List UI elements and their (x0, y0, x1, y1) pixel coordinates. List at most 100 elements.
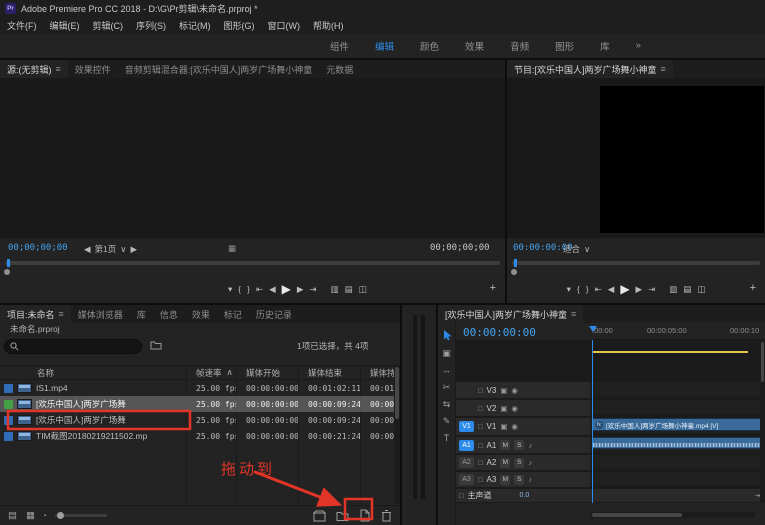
search-input[interactable] (23, 342, 127, 352)
slip-tool[interactable]: ⇆ (443, 400, 451, 409)
column-header-framerate[interactable]: 帧速率∧ (186, 367, 236, 379)
mute-button[interactable]: M (500, 440, 510, 450)
tab-markers[interactable]: 标记 (217, 305, 249, 323)
program-playhead[interactable] (514, 259, 517, 267)
track-visibility-eye-icon[interactable]: ◉ (511, 422, 518, 431)
menu-edit[interactable]: 编辑(E) (50, 19, 80, 32)
project-row-source-clip[interactable]: [欢乐中国人]两岁广场舞 25.00 fps 00:00:00:00 00:00… (0, 412, 394, 428)
workspace-tab-graphics[interactable]: 图形 (555, 39, 574, 53)
video-clip-v1[interactable]: fx [欢乐中国人]两岁广场舞小神童.mp4 [V] (592, 418, 765, 431)
delete-trash-icon[interactable] (381, 509, 392, 522)
tab-effects[interactable]: 效果 (185, 305, 217, 323)
track-select-tool[interactable]: ▣ (442, 349, 451, 358)
step-back-button[interactable]: ◀ (269, 285, 276, 294)
track-lock-icon[interactable]: □ (478, 475, 483, 484)
menu-file[interactable]: 文件(F) (7, 19, 37, 32)
program-scrubber[interactable] (512, 261, 760, 265)
mark-out-button[interactable]: } (247, 285, 250, 294)
track-content-v3[interactable] (590, 382, 765, 398)
column-header-media-end[interactable]: 媒体结束 (298, 367, 360, 379)
menu-sequence[interactable]: 序列(S) (136, 19, 166, 32)
razor-tool[interactable]: ✂ (443, 383, 451, 392)
automate-to-sequence-icon[interactable] (313, 510, 326, 522)
source-patch-a2[interactable]: A2 (459, 457, 474, 468)
go-to-out-button[interactable]: ⇥ (309, 285, 316, 294)
track-lock-icon[interactable]: □ (459, 491, 464, 500)
panel-menu-icon[interactable]: ≡ (59, 309, 64, 319)
workspace-tab-assembly[interactable]: 组件 (330, 39, 349, 53)
source-patch-a3[interactable]: A3 (459, 474, 474, 485)
voiceover-mic-icon[interactable]: ♪ (528, 475, 532, 484)
track-lock-icon[interactable]: □ (478, 458, 483, 467)
audio-clip-a1[interactable] (592, 437, 765, 449)
track-lock-icon[interactable]: □ (478, 404, 483, 413)
project-vertical-scrollbar[interactable] (394, 365, 400, 504)
project-row-tim-screenshot[interactable]: TIM截图20180219211502.mp 25.00 fps 00:00:0… (0, 428, 394, 444)
source-settings-icon[interactable]: ▦ (228, 243, 236, 254)
menu-marker[interactable]: 标记(M) (179, 19, 211, 32)
mute-button[interactable]: M (500, 475, 510, 485)
selection-tool[interactable] (442, 329, 452, 341)
project-row-sequence-selected[interactable]: [欢乐中国人]两岁广场舞 25.00 fps 00:00:00:00 00:00… (0, 396, 394, 412)
timeline-horizontal-scrollbar[interactable] (590, 512, 755, 518)
timeline-vertical-scrollbar[interactable] (760, 340, 765, 503)
next-page-icon[interactable]: ▶ (131, 244, 138, 255)
workspace-tab-effects[interactable]: 效果 (465, 39, 484, 53)
tab-metadata[interactable]: 元数据 (319, 60, 360, 78)
tab-audio-clip-mixer[interactable]: 音频剪辑混合器:[欢乐中国人]两岁广场舞小神童 (118, 60, 320, 78)
track-name[interactable]: A2 (487, 458, 497, 467)
project-row-is1[interactable]: IS1.mp4 25.00 fps 00:00:00:00 00:01:02:1… (0, 380, 394, 396)
prev-page-icon[interactable]: ◀ (84, 244, 91, 255)
track-content-a1[interactable] (590, 437, 765, 453)
new-bin-folder-icon[interactable] (336, 510, 349, 522)
workspace-tab-audio[interactable]: 音频 (510, 39, 529, 53)
sync-lock-icon[interactable]: ▣ (500, 404, 507, 413)
icon-view-button[interactable]: ▦ (26, 510, 35, 521)
track-visibility-eye-icon[interactable]: ◉ (511, 404, 518, 413)
chevron-down-icon[interactable]: ∨ (584, 244, 590, 255)
source-patch-v1[interactable]: V1 (459, 421, 474, 432)
tab-effect-controls[interactable]: 效果控件 (68, 60, 118, 78)
voiceover-mic-icon[interactable]: ♪ (528, 458, 532, 467)
go-to-out-button[interactable]: ⇥ (648, 285, 655, 294)
workspace-tab-editing[interactable]: 编辑 (375, 39, 394, 53)
source-scrubber[interactable] (5, 261, 500, 265)
column-header-media-start[interactable]: 媒体开始 (236, 367, 298, 379)
workspace-tab-color[interactable]: 颜色 (420, 39, 439, 53)
track-lock-icon[interactable]: □ (478, 422, 483, 431)
type-tool[interactable]: T (444, 434, 450, 443)
play-button[interactable]: ▶ (282, 283, 291, 295)
label-color-chip[interactable] (4, 384, 13, 393)
extract-button[interactable]: ▤ (683, 285, 691, 294)
add-marker-button[interactable]: ▾ (228, 285, 232, 294)
master-volume-value[interactable]: 0.0 (520, 492, 530, 499)
label-color-chip[interactable] (4, 400, 13, 409)
mark-out-button[interactable]: } (586, 285, 589, 294)
filter-bin-icon[interactable] (150, 340, 162, 350)
source-zoom-handle[interactable] (4, 269, 10, 275)
source-page-selector[interactable]: ◀ 第1页 ∨ ▶ (84, 243, 137, 255)
mark-in-button[interactable]: { (238, 285, 241, 294)
solo-button[interactable]: S (514, 475, 524, 485)
export-frame-button[interactable]: ◫ (359, 285, 367, 294)
timeline-current-timecode[interactable]: 00:00:00:00 (463, 326, 536, 339)
workspace-overflow-button[interactable]: » (636, 40, 641, 51)
track-name[interactable]: V3 (487, 386, 497, 395)
track-content-v2[interactable] (590, 400, 765, 416)
track-name[interactable]: A3 (487, 475, 497, 484)
source-current-timecode[interactable]: 00;00;00;00 (8, 243, 68, 253)
search-box[interactable] (4, 339, 142, 354)
go-to-in-button[interactable]: ⇤ (256, 285, 263, 294)
solo-button[interactable]: S (514, 458, 524, 468)
mark-in-button[interactable]: { (577, 285, 580, 294)
tab-libraries[interactable]: 库 (130, 305, 153, 323)
project-bin-path[interactable]: 未命名.prproj (0, 322, 400, 336)
add-marker-button[interactable]: ▾ (567, 285, 571, 294)
voiceover-mic-icon[interactable]: ♪ (528, 441, 532, 450)
lift-button[interactable]: ▥ (669, 285, 677, 294)
panel-menu-icon[interactable]: ≡ (661, 64, 666, 74)
track-content-a2[interactable] (590, 455, 765, 470)
sync-lock-icon[interactable]: ▣ (500, 386, 507, 395)
column-header-name[interactable]: 名称 (0, 367, 186, 379)
step-forward-button[interactable]: ▶ (297, 285, 304, 294)
